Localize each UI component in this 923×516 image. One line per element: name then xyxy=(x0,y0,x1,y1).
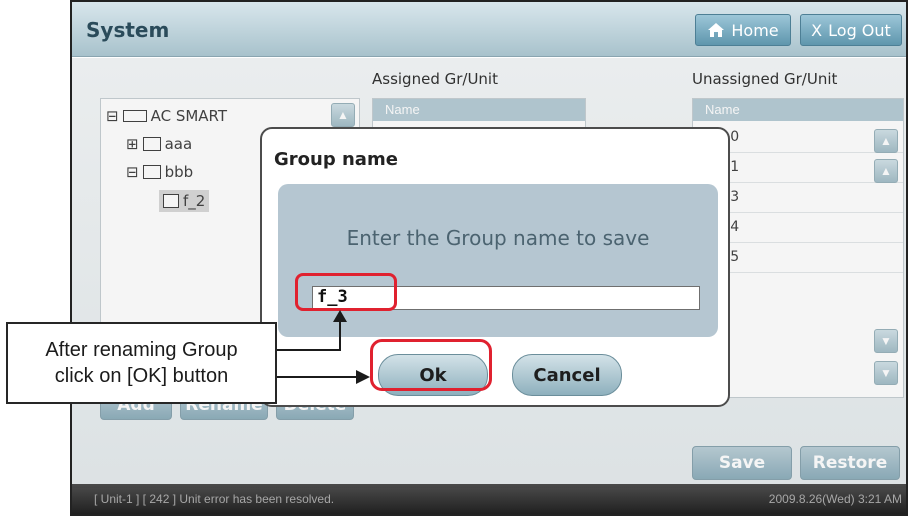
ok-highlight xyxy=(370,339,492,391)
dialog-prompt: Enter the Group name to save xyxy=(346,226,650,250)
status-message: [ Unit-1 ] [ 242 ] Unit error has been r… xyxy=(94,492,335,506)
cancel-button[interactable]: Cancel xyxy=(512,354,622,396)
logout-label: Log Out xyxy=(828,20,891,40)
status-datetime: 2009.8.26(Wed) 3:21 AM xyxy=(768,492,902,506)
dialog-body: Enter the Group name to save f_3 xyxy=(278,184,718,337)
close-icon: X xyxy=(811,20,823,40)
instruction-callout: After renaming Group click on [OK] butto… xyxy=(6,322,277,404)
dialog-title: Group name xyxy=(274,149,398,170)
input-highlight xyxy=(295,273,397,311)
callout-line-1: After renaming Group xyxy=(45,339,238,361)
callout-line-2: click on [OK] button xyxy=(54,365,229,387)
title-bar: System Home X Log Out xyxy=(72,2,906,57)
page-title: System xyxy=(86,18,170,42)
app-window: System Home X Log Out Assigned Gr/Unit U… xyxy=(70,0,908,516)
group-name-dialog: Group name Enter the Group name to save … xyxy=(260,127,730,407)
home-button[interactable]: Home xyxy=(695,14,791,46)
logout-button[interactable]: X Log Out xyxy=(800,14,902,46)
home-icon xyxy=(708,23,725,37)
status-bar: [ Unit-1 ] [ 242 ] Unit error has been r… xyxy=(72,484,906,514)
home-label: Home xyxy=(731,20,779,40)
